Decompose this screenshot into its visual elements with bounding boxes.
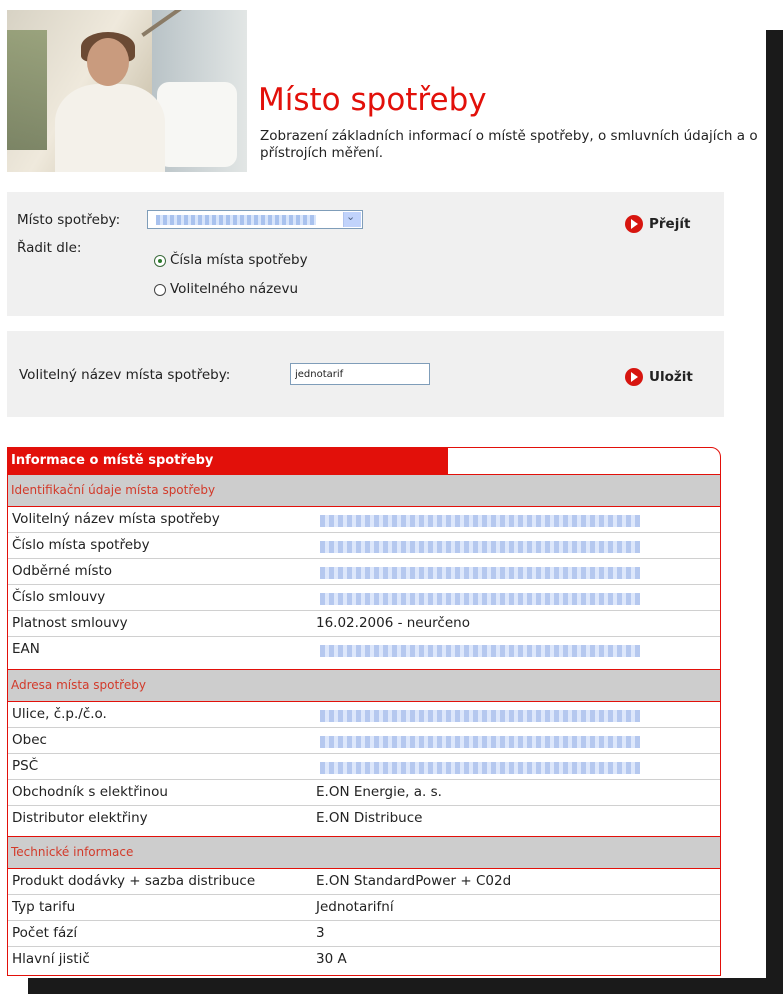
table-row: PSČ bbox=[8, 754, 720, 780]
row-key: Obec bbox=[12, 732, 47, 748]
rename-label: Volitelný název místa spotřeby: bbox=[19, 367, 231, 383]
row-value: 30 A bbox=[316, 951, 347, 967]
place-select[interactable]: ⌄ bbox=[147, 210, 363, 229]
table-row: Volitelný název místa spotřeby bbox=[8, 507, 720, 533]
sort-label: Řadit dle: bbox=[17, 240, 82, 256]
place-label: Místo spotřeby: bbox=[17, 212, 121, 228]
sort-radio-number[interactable] bbox=[154, 255, 166, 267]
section-technical: Technické informace bbox=[8, 836, 720, 869]
info-table-heading: Informace o místě spotřeby bbox=[8, 448, 448, 474]
redacted-value bbox=[320, 593, 640, 605]
page-subtitle: Zobrazení základních informací o místě s… bbox=[260, 128, 758, 161]
go-button[interactable]: Přejít bbox=[625, 215, 690, 233]
rename-input[interactable] bbox=[290, 363, 430, 385]
sort-radio-name[interactable] bbox=[154, 284, 166, 296]
table-row: Počet fází 3 bbox=[8, 921, 720, 947]
table-row: Hlavní jistič 30 A bbox=[8, 947, 720, 973]
page-title: Místo spotřeby bbox=[258, 82, 487, 118]
row-key: Ulice, č.p./č.o. bbox=[12, 706, 107, 722]
row-key: Volitelný název místa spotřeby bbox=[12, 511, 220, 527]
row-key: Počet fází bbox=[12, 925, 78, 941]
section-identification: Identifikační údaje místa spotřeby bbox=[8, 474, 720, 507]
redacted-value bbox=[320, 541, 640, 553]
row-key: Hlavní jistič bbox=[12, 951, 90, 967]
row-key: Produkt dodávky + sazba distribuce bbox=[12, 873, 256, 889]
row-key: Odběrné místo bbox=[12, 563, 113, 579]
table-row: Číslo smlouvy bbox=[8, 585, 720, 611]
info-table: Informace o místě spotřeby Identifikační… bbox=[7, 447, 721, 976]
table-row: EAN bbox=[8, 637, 720, 663]
chevron-down-icon[interactable]: ⌄ bbox=[343, 210, 361, 227]
row-value: E.ON Energie, a. s. bbox=[316, 784, 442, 800]
row-key: EAN bbox=[12, 641, 40, 657]
rename-panel: Volitelný název místa spotřeby: Uložit bbox=[7, 331, 724, 417]
go-button-label: Přejít bbox=[649, 216, 691, 232]
table-row: Produkt dodávky + sazba distribuce E.ON … bbox=[8, 869, 720, 895]
row-key: Obchodník s elektřinou bbox=[12, 784, 168, 800]
redacted-value bbox=[320, 515, 640, 527]
save-button-label: Uložit bbox=[649, 369, 693, 385]
page: Místo spotřeby Zobrazení základních info… bbox=[0, 0, 766, 978]
row-key: PSČ bbox=[12, 758, 39, 774]
place-select-value bbox=[156, 215, 316, 225]
redacted-value bbox=[320, 762, 640, 774]
page-shadow-right bbox=[766, 30, 783, 994]
table-row: Platnost smlouvy 16.02.2006 - neurčeno bbox=[8, 611, 720, 637]
table-row: Ulice, č.p./č.o. bbox=[8, 702, 720, 728]
redacted-value bbox=[320, 567, 640, 579]
row-key: Typ tarifu bbox=[12, 899, 76, 915]
redacted-value bbox=[320, 736, 640, 748]
row-value: 16.02.2006 - neurčeno bbox=[316, 615, 470, 631]
table-row: Typ tarifu Jednotarifní bbox=[8, 895, 720, 921]
table-row: Odběrné místo bbox=[8, 559, 720, 585]
page-shadow-bottom bbox=[28, 978, 783, 994]
table-row: Obec bbox=[8, 728, 720, 754]
save-button[interactable]: Uložit bbox=[625, 368, 693, 386]
row-key: Číslo smlouvy bbox=[12, 589, 106, 605]
redacted-value bbox=[320, 710, 640, 722]
sort-option-name-label[interactable]: Volitelného názevu bbox=[170, 281, 298, 297]
row-key: Platnost smlouvy bbox=[12, 615, 128, 631]
arrow-circle-icon bbox=[625, 215, 643, 233]
row-key: Číslo místa spotřeby bbox=[12, 537, 150, 553]
row-value: E.ON StandardPower + C02d bbox=[316, 873, 512, 889]
sort-option-number-label[interactable]: Čísla místa spotřeby bbox=[170, 252, 308, 268]
redacted-value bbox=[320, 645, 640, 657]
table-row: Číslo místa spotřeby bbox=[8, 533, 720, 559]
row-value: 3 bbox=[316, 925, 325, 941]
row-value: E.ON Distribuce bbox=[316, 810, 423, 826]
row-value: Jednotarifní bbox=[316, 899, 394, 915]
arrow-circle-icon bbox=[625, 368, 643, 386]
row-key: Distributor elektřiny bbox=[12, 810, 148, 826]
section-address: Adresa místa spotřeby bbox=[8, 669, 720, 702]
table-row: Obchodník s elektřinou E.ON Energie, a. … bbox=[8, 780, 720, 806]
filter-panel: Místo spotřeby: ⌄ Řadit dle: Čísla místa… bbox=[7, 192, 724, 316]
header-photo bbox=[7, 10, 247, 172]
table-row: Distributor elektřiny E.ON Distribuce bbox=[8, 806, 720, 832]
